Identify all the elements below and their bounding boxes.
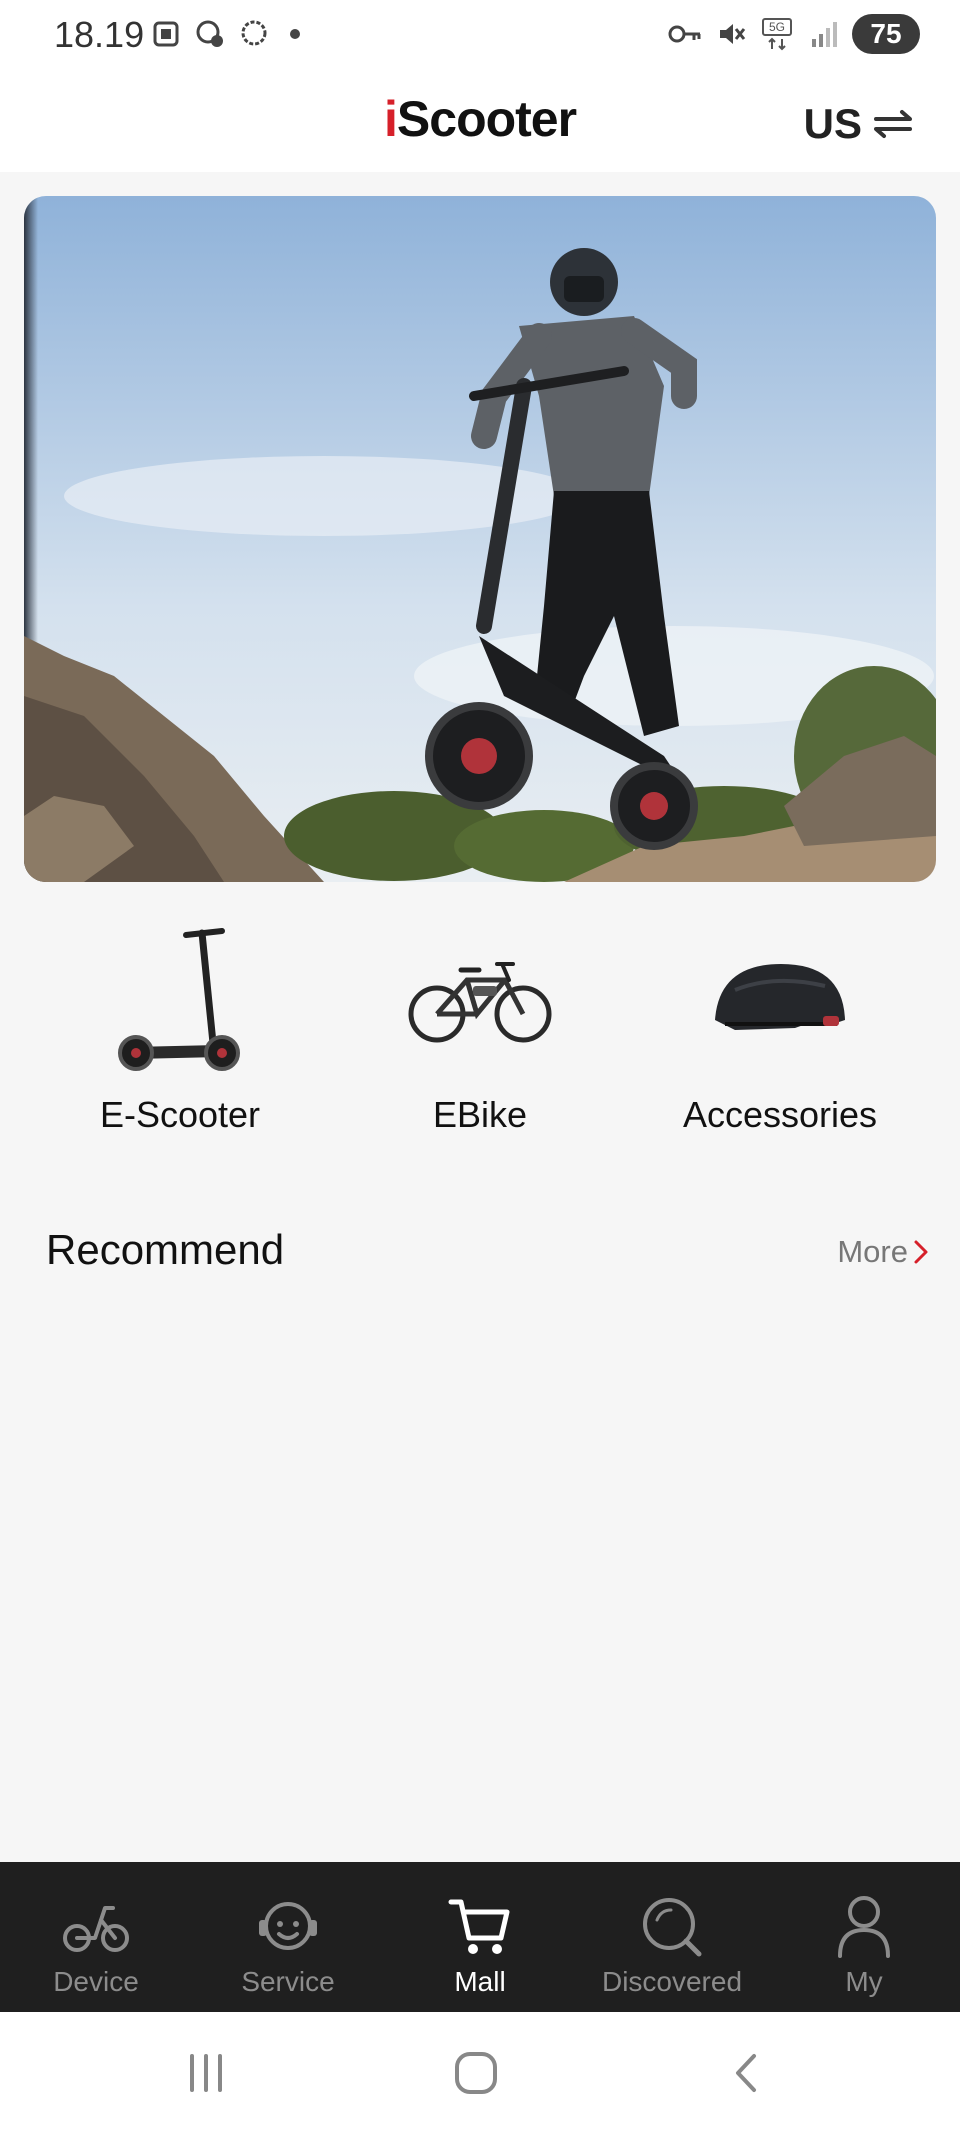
screenshot-icon [153,21,179,47]
category-row: E-Scooter EBike Accessories [0,920,960,1160]
tab-label: Mall [454,1966,506,1997]
more-notifications-dot [290,29,300,39]
bike-icon [63,1906,129,1952]
battery-indicator: 75 [852,14,920,54]
cart-icon [448,1899,510,1954]
mute-icon [720,24,746,44]
5g-data-icon: 5G [762,18,792,51]
ebike-image [330,920,630,1080]
recent-apps-button[interactable] [176,2048,236,2098]
tab-label: Service [241,1966,335,1997]
app-header: iScooter US [0,70,960,172]
banner-image [24,196,936,882]
more-label: More [837,1234,908,1269]
category-ebike[interactable]: EBike [330,920,630,1160]
more-link[interactable]: More [837,1234,930,1270]
signal-icon [812,22,837,47]
home-icon [455,2052,497,2094]
category-e-scooter[interactable]: E-Scooter [30,920,330,1160]
tab-label: Discovered [601,1966,743,1997]
tab-label: My [845,1966,883,1997]
system-navigation-bar [0,2012,960,2133]
helmet-image [630,920,930,1080]
swap-arrows-icon [874,110,912,138]
status-notifications [150,18,300,50]
chat-bubble-icon [241,20,267,46]
tab-service[interactable]: Service [192,1862,384,2012]
tab-discovered[interactable]: Discovered [576,1862,768,2012]
home-button[interactable] [446,2048,506,2098]
user-icon [838,1896,890,1958]
category-label: Accessories [682,1094,878,1135]
tab-mall[interactable]: Mall [384,1862,576,2012]
tab-label: Device [53,1966,139,1997]
recommend-section-header: Recommend More [46,1220,930,1280]
e-scooter-image [30,920,330,1080]
sync-app-icon [196,20,223,47]
back-chevron-icon [736,2054,756,2092]
chevron-right-icon [914,1240,928,1264]
recent-apps-icon [190,2054,222,2092]
promo-banner[interactable] [24,196,936,882]
region-label: US [803,100,862,147]
category-label: EBike [432,1094,528,1135]
status-system: 5G 75 [668,14,920,54]
svg-text:5G: 5G [769,20,785,34]
back-button[interactable] [716,2048,776,2098]
recommend-title: Recommend [46,1226,285,1273]
status-bar: 18.19 5G 75 [0,0,960,70]
vpn-key-icon [668,25,701,43]
tab-my[interactable]: My [768,1862,960,2012]
search-icon [643,1898,702,1957]
tab-device[interactable]: Device [0,1862,192,2012]
iscooter-logo: iScooter [384,91,577,147]
category-label: E-Scooter [99,1094,261,1135]
category-accessories[interactable]: Accessories [630,920,930,1160]
region-switch-button[interactable]: US [804,100,914,148]
support-agent-icon [259,1902,317,1950]
bottom-tab-bar: Device Service Mall Discovered My [0,1862,960,2012]
status-time: 18.19 [54,14,145,55]
